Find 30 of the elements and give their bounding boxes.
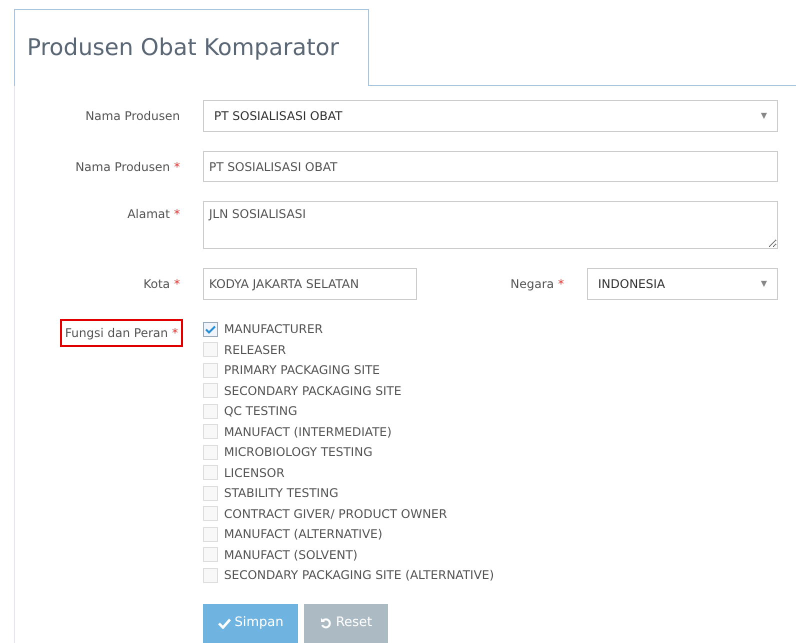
checkbox-label: RELEASER	[224, 342, 286, 359]
checkbox-label: SECONDARY PACKAGING SITE (ALTERNATIVE)	[224, 567, 494, 584]
checkbox-label: QC TESTING	[224, 403, 298, 420]
address-textarea[interactable]: JLN SOSIALISASI	[203, 201, 778, 249]
input-field[interactable]: PT SOSIALISASI OBAT	[203, 151, 778, 182]
checkbox-label: MANUFACTURER	[224, 321, 323, 338]
checkbox-label: LICENSOR	[224, 464, 285, 482]
checkbox[interactable]	[203, 322, 218, 337]
field-label: Nama Produsen *	[74, 158, 181, 176]
undo-icon	[320, 617, 332, 629]
check-icon	[218, 618, 230, 628]
field-label: Alamat *	[126, 206, 181, 223]
checkbox-label: MICROBIOLOGY TESTING	[224, 444, 372, 462]
caret-icon: ▼	[760, 110, 767, 122]
field-label: Nama Produsen	[84, 108, 181, 125]
checkbox-label: CONTRACT GIVER/ PRODUCT OWNER	[224, 506, 448, 523]
country-select[interactable]: INDONESIA ▼	[587, 268, 778, 300]
checkbox-label: MANUFACT (ALTERNATIVE)	[224, 526, 382, 544]
producer-select[interactable]: PT SOSIALISASI OBAT ▼	[203, 100, 778, 132]
checkbox-label: SECONDARY PACKAGING SITE	[224, 382, 402, 400]
checkbox-label: MANUFACT (INTERMEDIATE)	[224, 424, 392, 441]
caret-icon: ▼	[760, 278, 767, 290]
checkbox-label: STABILITY TESTING	[224, 485, 338, 502]
field-label: Fungsi dan Peran *	[60, 319, 183, 347]
input-field[interactable]: KODYA JAKARTA SELATAN	[203, 268, 417, 300]
checkbox-label: PRIMARY PACKAGING SITE	[224, 362, 380, 380]
field-label: Kota *	[142, 276, 181, 293]
tab[interactable]: Produsen Obat Komparator	[14, 9, 369, 86]
checkbox-label: MANUFACT (SOLVENT)	[224, 546, 358, 564]
field-label: Negara *	[509, 276, 565, 293]
